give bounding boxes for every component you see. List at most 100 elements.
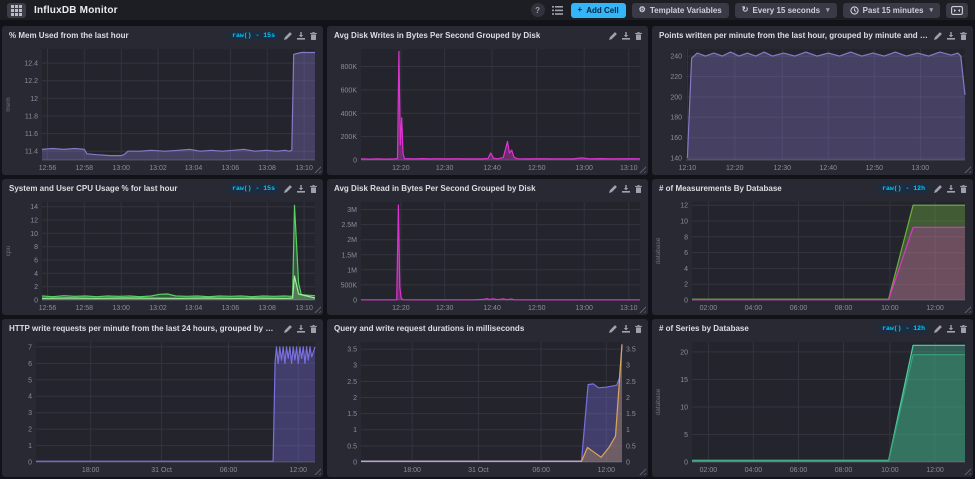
svg-text:cpu: cpu	[5, 245, 12, 256]
chart-area: 02:00 04:00 06:00 08:00 10:00 12:00 0 2 4 6 8 10 12 d…	[652, 197, 973, 315]
query-interval-badge[interactable]: raw() - 15s	[228, 184, 279, 193]
edit-cell-icon[interactable]	[284, 324, 292, 333]
svg-text:12: 12	[30, 96, 38, 103]
svg-text:0: 0	[34, 298, 38, 305]
svg-text:0: 0	[353, 298, 357, 305]
svg-text:12:20: 12:20	[726, 165, 744, 172]
time-range-dropdown[interactable]: Past 15 minutes ▾	[842, 2, 940, 18]
download-cell-icon[interactable]	[622, 31, 630, 40]
delete-cell-icon[interactable]	[635, 184, 642, 193]
top-navigation-bar: InfluxDB Monitor ? + Add Cell ⚙ Template…	[0, 0, 975, 20]
download-cell-icon[interactable]	[297, 324, 305, 333]
edit-cell-icon[interactable]	[934, 184, 942, 193]
dashboard-cell: Points written per minute from the last …	[652, 26, 973, 175]
cell-header[interactable]: System and User CPU Usage % for last hou…	[2, 179, 323, 197]
edit-cell-icon[interactable]	[284, 31, 292, 40]
svg-text:mem: mem	[5, 97, 12, 111]
chart-area: 12:56 12:58 13:00 13:02 13:04 13:06 13:08 13:10…	[2, 197, 323, 315]
cell-header[interactable]: # of Measurements By Database raw() - 12…	[652, 179, 973, 197]
download-cell-icon[interactable]	[947, 324, 955, 333]
svg-text:0: 0	[684, 460, 688, 467]
delete-cell-icon[interactable]	[310, 31, 317, 40]
list-icon[interactable]	[551, 3, 565, 17]
svg-text:12:40: 12:40	[820, 165, 838, 172]
cell-header[interactable]: Points written per minute from the last …	[652, 26, 973, 44]
svg-text:15: 15	[680, 377, 688, 384]
dashboard-cell: Avg Disk Read in Bytes Per Second Groupe…	[327, 179, 648, 315]
cell-header[interactable]: Avg Disk Read in Bytes Per Second Groupe…	[327, 179, 648, 197]
svg-text:10:00: 10:00	[881, 305, 899, 312]
svg-text:12:30: 12:30	[774, 165, 792, 172]
query-interval-badge[interactable]: raw() - 15s	[228, 31, 279, 40]
svg-text:database: database	[655, 388, 662, 415]
edit-cell-icon[interactable]	[609, 324, 617, 333]
query-interval-badge[interactable]: raw() - 12h	[878, 184, 929, 193]
svg-text:1: 1	[353, 427, 357, 434]
download-cell-icon[interactable]	[297, 31, 305, 40]
edit-cell-icon[interactable]	[609, 31, 617, 40]
cell-title: Points written per minute from the last …	[659, 31, 928, 40]
delete-cell-icon[interactable]	[960, 31, 967, 40]
svg-text:1M: 1M	[347, 267, 357, 274]
svg-text:10: 10	[680, 405, 688, 412]
svg-text:13:06: 13:06	[222, 165, 240, 172]
dashboard-grid: % Mem Used from the last hour raw() - 15…	[0, 20, 975, 479]
svg-text:2: 2	[353, 395, 357, 402]
chart-area: 12:10 12:20 12:30 12:40 12:50 13:00 140 160 180 2…	[652, 44, 973, 175]
presentation-mode-button[interactable]	[946, 2, 968, 18]
svg-text:400K: 400K	[341, 111, 358, 118]
svg-text:02:00: 02:00	[700, 305, 718, 312]
chart-area: 12:56 12:58 13:00 13:02 13:04 13:06 13:08 13:10…	[2, 44, 323, 175]
presentation-mode-icon	[951, 5, 963, 15]
svg-text:1: 1	[626, 427, 630, 434]
edit-cell-icon[interactable]	[934, 31, 942, 40]
delete-cell-icon[interactable]	[635, 324, 642, 333]
template-variables-label: Template Variables	[649, 5, 722, 15]
cell-header[interactable]: # of Series by Database raw() - 12h	[652, 319, 973, 337]
help-icon[interactable]: ?	[530, 3, 545, 17]
dashboards-grid-icon[interactable]	[7, 2, 26, 18]
template-variables-button[interactable]: ⚙ Template Variables	[631, 2, 729, 18]
delete-cell-icon[interactable]	[635, 31, 642, 40]
cell-header[interactable]: HTTP write requests per minute from the …	[2, 319, 323, 337]
svg-text:0: 0	[353, 460, 357, 467]
download-cell-icon[interactable]	[622, 184, 630, 193]
edit-cell-icon[interactable]	[934, 324, 942, 333]
dashboard-cell: % Mem Used from the last hour raw() - 15…	[2, 26, 323, 175]
add-cell-button[interactable]: + Add Cell	[570, 2, 626, 18]
download-cell-icon[interactable]	[297, 184, 305, 193]
svg-text:12:30: 12:30	[436, 305, 454, 312]
delete-cell-icon[interactable]	[310, 324, 317, 333]
svg-text:3M: 3M	[347, 207, 357, 214]
download-cell-icon[interactable]	[622, 324, 630, 333]
delete-cell-icon[interactable]	[310, 184, 317, 193]
edit-cell-icon[interactable]	[609, 184, 617, 193]
svg-text:11.4: 11.4	[25, 149, 38, 156]
chart-area: 18:00 31 Oct 06:00 12:00 0 1 2 3 4 5 6 7	[2, 337, 323, 477]
cell-title: Query and write request durations in mil…	[334, 324, 525, 333]
svg-text:6: 6	[34, 258, 38, 265]
gear-icon: ⚙	[638, 5, 646, 14]
svg-text:0: 0	[626, 460, 630, 467]
svg-text:04:00: 04:00	[745, 467, 763, 474]
cell-header[interactable]: Query and write request durations in mil…	[327, 319, 648, 337]
refresh-interval-label: Every 15 seconds	[752, 5, 821, 15]
svg-text:12:00: 12:00	[290, 467, 308, 474]
svg-text:12:58: 12:58	[76, 305, 94, 312]
delete-cell-icon[interactable]	[960, 184, 967, 193]
download-cell-icon[interactable]	[947, 31, 955, 40]
cell-title: # of Measurements By Database	[659, 184, 782, 193]
refresh-interval-dropdown[interactable]: ↻ Every 15 seconds ▾	[734, 2, 837, 18]
svg-text:12: 12	[680, 203, 688, 210]
edit-cell-icon[interactable]	[284, 184, 292, 193]
download-cell-icon[interactable]	[947, 184, 955, 193]
svg-text:11.6: 11.6	[25, 131, 38, 138]
svg-text:13:10: 13:10	[620, 165, 638, 172]
delete-cell-icon[interactable]	[960, 324, 967, 333]
svg-text:10: 10	[680, 219, 688, 226]
cell-header[interactable]: % Mem Used from the last hour raw() - 15…	[2, 26, 323, 44]
svg-text:0: 0	[684, 298, 688, 305]
query-interval-badge[interactable]: raw() - 12h	[878, 324, 929, 333]
dashboard-cell: Avg Disk Writes in Bytes Per Second Grou…	[327, 26, 648, 175]
cell-header[interactable]: Avg Disk Writes in Bytes Per Second Grou…	[327, 26, 648, 44]
